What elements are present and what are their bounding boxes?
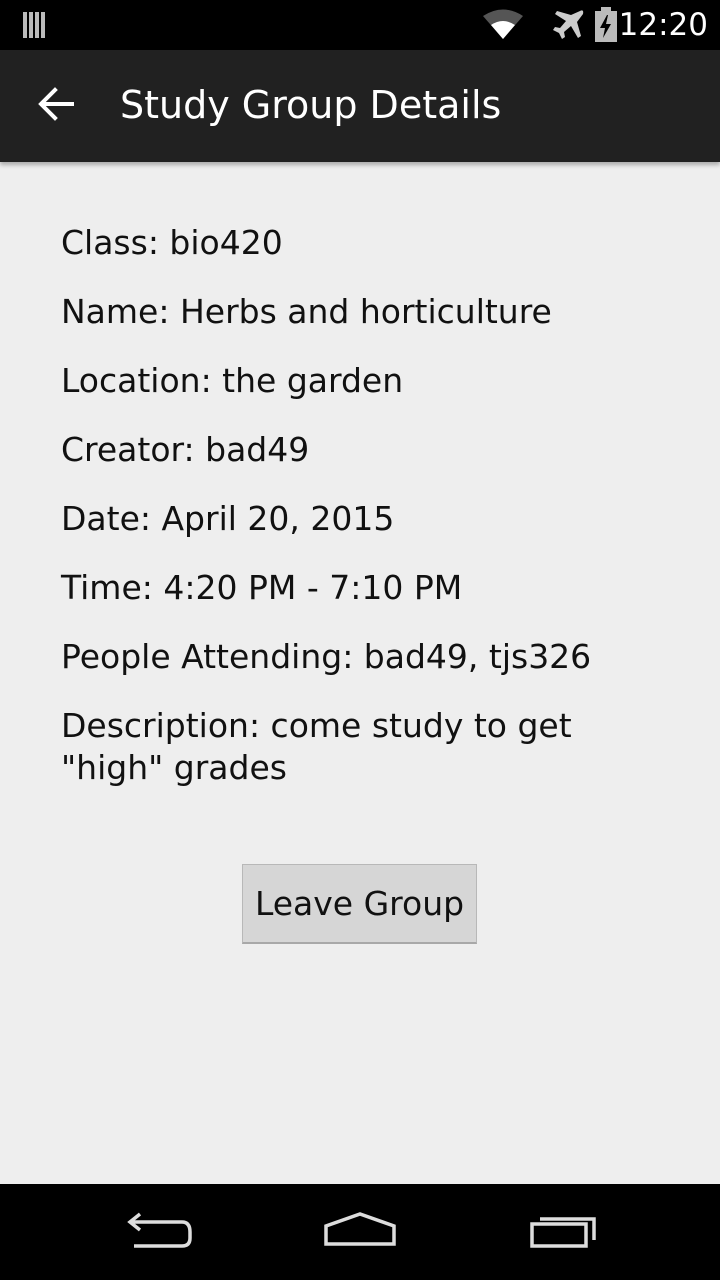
leave-button-container: Leave Group (242, 864, 477, 944)
navigation-bar (0, 1184, 720, 1280)
notification-icon (22, 10, 48, 40)
description-text: Description: come study to get "high" gr… (61, 706, 572, 787)
people-attending-text: People Attending: bad49, tjs326 (61, 637, 592, 676)
airplane-mode-icon (550, 8, 586, 42)
location-text: Location: the garden (61, 361, 404, 400)
details-list: Class: bio420 Name: Herbs and horticultu… (61, 222, 671, 816)
wifi-icon (482, 9, 524, 41)
screen: 12:20 Study Group Details Class: bio420 … (0, 0, 720, 1280)
creator-text: Creator: bad49 (61, 430, 310, 469)
nav-back-button[interactable] (120, 1204, 200, 1260)
status-bar: 12:20 (0, 0, 720, 50)
leave-group-button[interactable]: Leave Group (242, 864, 477, 944)
action-bar: Study Group Details (0, 50, 720, 162)
nav-home-button[interactable] (320, 1204, 400, 1260)
battery-charging-icon (594, 7, 618, 43)
arrow-back-icon (38, 87, 74, 125)
back-button[interactable] (24, 74, 88, 138)
back-nav-icon (124, 1210, 196, 1254)
status-clock: 12:20 (618, 7, 708, 43)
page-title: Study Group Details (120, 83, 502, 127)
class-text: Class: bio420 (61, 223, 283, 262)
nav-recents-button[interactable] (522, 1204, 602, 1260)
recents-nav-icon (526, 1210, 598, 1254)
home-nav-icon (322, 1210, 398, 1254)
time-text: Time: 4:20 PM - 7:10 PM (61, 568, 463, 607)
name-text: Name: Herbs and horticulture (61, 292, 552, 331)
date-text: Date: April 20, 2015 (61, 499, 395, 538)
